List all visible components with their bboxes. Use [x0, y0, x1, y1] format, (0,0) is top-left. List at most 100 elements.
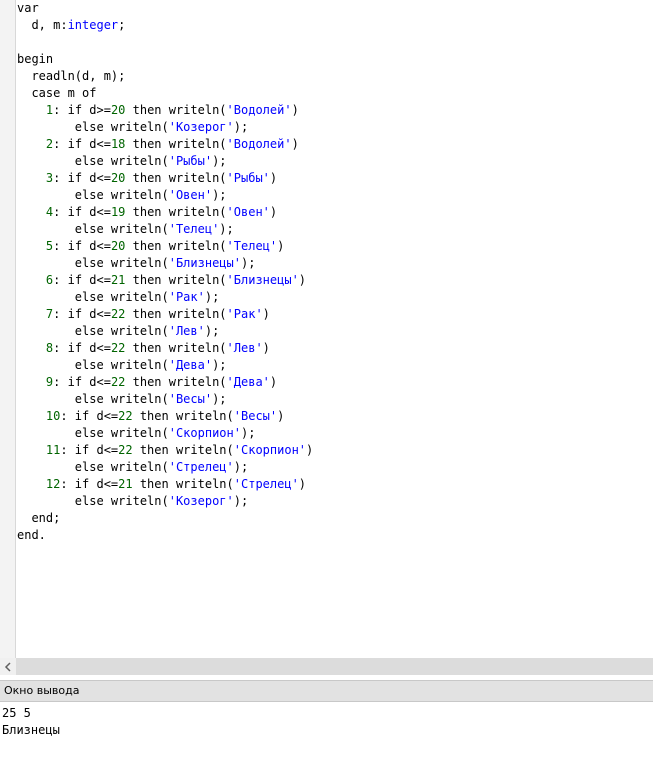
code-line: else writeln('Козерог'); [17, 493, 313, 510]
code-token: 'Рыбы' [168, 154, 213, 168]
scrollbar-track[interactable] [16, 658, 653, 675]
code-token: then writeln( [125, 239, 227, 253]
code-line: 10: if d<=22 then writeln('Весы') [17, 408, 313, 425]
code-token: ) [298, 273, 307, 287]
code-token: 12 [45, 477, 61, 491]
code-token: d, m: [17, 18, 68, 32]
code-line: 7: if d<=22 then writeln('Рак') [17, 306, 313, 323]
code-token: 20 [110, 239, 126, 253]
code-token: 21 [110, 273, 126, 287]
code-editor[interactable]: var d, m:integer; begin readln(d, m); cas… [0, 0, 653, 658]
code-token: ); [204, 290, 220, 304]
code-token: else writeln( [17, 222, 169, 236]
code-line: else writeln('Рак'); [17, 289, 313, 306]
code-token: ); [240, 256, 256, 270]
code-token: ); [204, 324, 220, 338]
code-token: then writeln( [125, 375, 227, 389]
output-line: Близнецы [2, 723, 60, 737]
code-token: : if d<= [53, 341, 111, 355]
code-token: 'Водолей' [226, 137, 292, 151]
code-token: then writeln( [125, 273, 227, 287]
code-line: 12: if d<=21 then writeln('Стрелец') [17, 476, 313, 493]
code-line: else writeln('Овен'); [17, 187, 313, 204]
code-token: 'Телец' [168, 222, 220, 236]
code-token: integer [67, 18, 119, 32]
code-token: 'Скорпион' [233, 443, 307, 457]
code-token: 'Козерог' [168, 120, 234, 134]
output-line: 25 5 [2, 706, 31, 720]
code-token: ) [291, 103, 299, 117]
output-panel[interactable]: 25 5 Близнецы [0, 702, 653, 757]
code-line: readln(d, m); [17, 68, 313, 85]
code-line: 9: if d<=22 then writeln('Дева') [17, 374, 313, 391]
code-token: else writeln( [17, 494, 169, 508]
code-token: then writeln( [132, 409, 234, 423]
code-token: ); [240, 426, 256, 440]
code-token: 'Весы' [233, 409, 278, 423]
code-token: 'Близнецы' [226, 273, 299, 287]
code-token: ); [219, 222, 234, 236]
code-token: 'Дева' [168, 358, 213, 372]
code-token: 20 [110, 171, 126, 185]
code-token: ) [277, 409, 285, 423]
output-panel-title: Окно вывода [4, 684, 80, 697]
code-line: else writeln('Телец'); [17, 221, 313, 238]
code-token: : if d<= [60, 443, 119, 457]
code-line: else writeln('Близнецы'); [17, 255, 313, 272]
code-token: ); [233, 494, 249, 508]
code-line: 3: if d<=20 then writeln('Рыбы') [17, 170, 313, 187]
code-token: ) [291, 137, 299, 151]
code-line: end; [17, 510, 313, 527]
code-token: : if d<= [53, 137, 111, 151]
code-token: else writeln( [17, 460, 169, 474]
code-token: 'Телец' [226, 239, 278, 253]
chevron-left-icon [4, 661, 11, 672]
code-token: case m of [17, 86, 97, 100]
code-line: 2: if d<=18 then writeln('Водолей') [17, 136, 313, 153]
code-token: ); [212, 392, 227, 406]
horizontal-scrollbar[interactable] [0, 658, 653, 675]
code-area[interactable]: var d, m:integer; begin readln(d, m); cas… [17, 0, 313, 544]
code-token: ); [233, 120, 249, 134]
code-token: 'Лев' [226, 341, 263, 355]
code-token: 'Близнецы' [168, 256, 241, 270]
code-line: var [17, 0, 313, 17]
code-line: else writeln('Весы'); [17, 391, 313, 408]
code-token: then writeln( [132, 443, 234, 457]
code-line: 4: if d<=19 then writeln('Овен') [17, 204, 313, 221]
code-token: 'Скорпион' [168, 426, 241, 440]
code-line: else writeln('Козерог'); [17, 119, 313, 136]
code-token: ); [212, 188, 227, 202]
code-token: ) [262, 307, 270, 321]
code-token: ) [298, 477, 307, 491]
editor-gutter [0, 0, 16, 658]
code-token: 22 [110, 375, 126, 389]
code-token: ); [212, 154, 227, 168]
code-line: begin [17, 51, 313, 68]
code-token: ) [262, 341, 270, 355]
code-token: then writeln( [125, 205, 227, 219]
scroll-left-button[interactable] [0, 658, 16, 675]
code-token: 22 [110, 341, 126, 355]
code-token: then writeln( [125, 307, 227, 321]
code-token: else writeln( [17, 358, 169, 372]
code-token: else writeln( [17, 426, 169, 440]
code-token: ); [212, 358, 227, 372]
code-token: 18 [110, 137, 126, 151]
code-token: else writeln( [17, 324, 169, 338]
code-token: 'Стрелец' [233, 477, 299, 491]
code-line: else writeln('Стрелец'); [17, 459, 313, 476]
code-line: case m of [17, 85, 313, 102]
code-line: else writeln('Скорпион'); [17, 425, 313, 442]
code-token: 'Козерог' [168, 494, 234, 508]
code-token: else writeln( [17, 154, 169, 168]
code-token: 19 [110, 205, 126, 219]
code-token: ; [118, 18, 126, 32]
output-panel-header: Окно вывода [0, 680, 653, 702]
code-token: then writeln( [125, 103, 227, 117]
